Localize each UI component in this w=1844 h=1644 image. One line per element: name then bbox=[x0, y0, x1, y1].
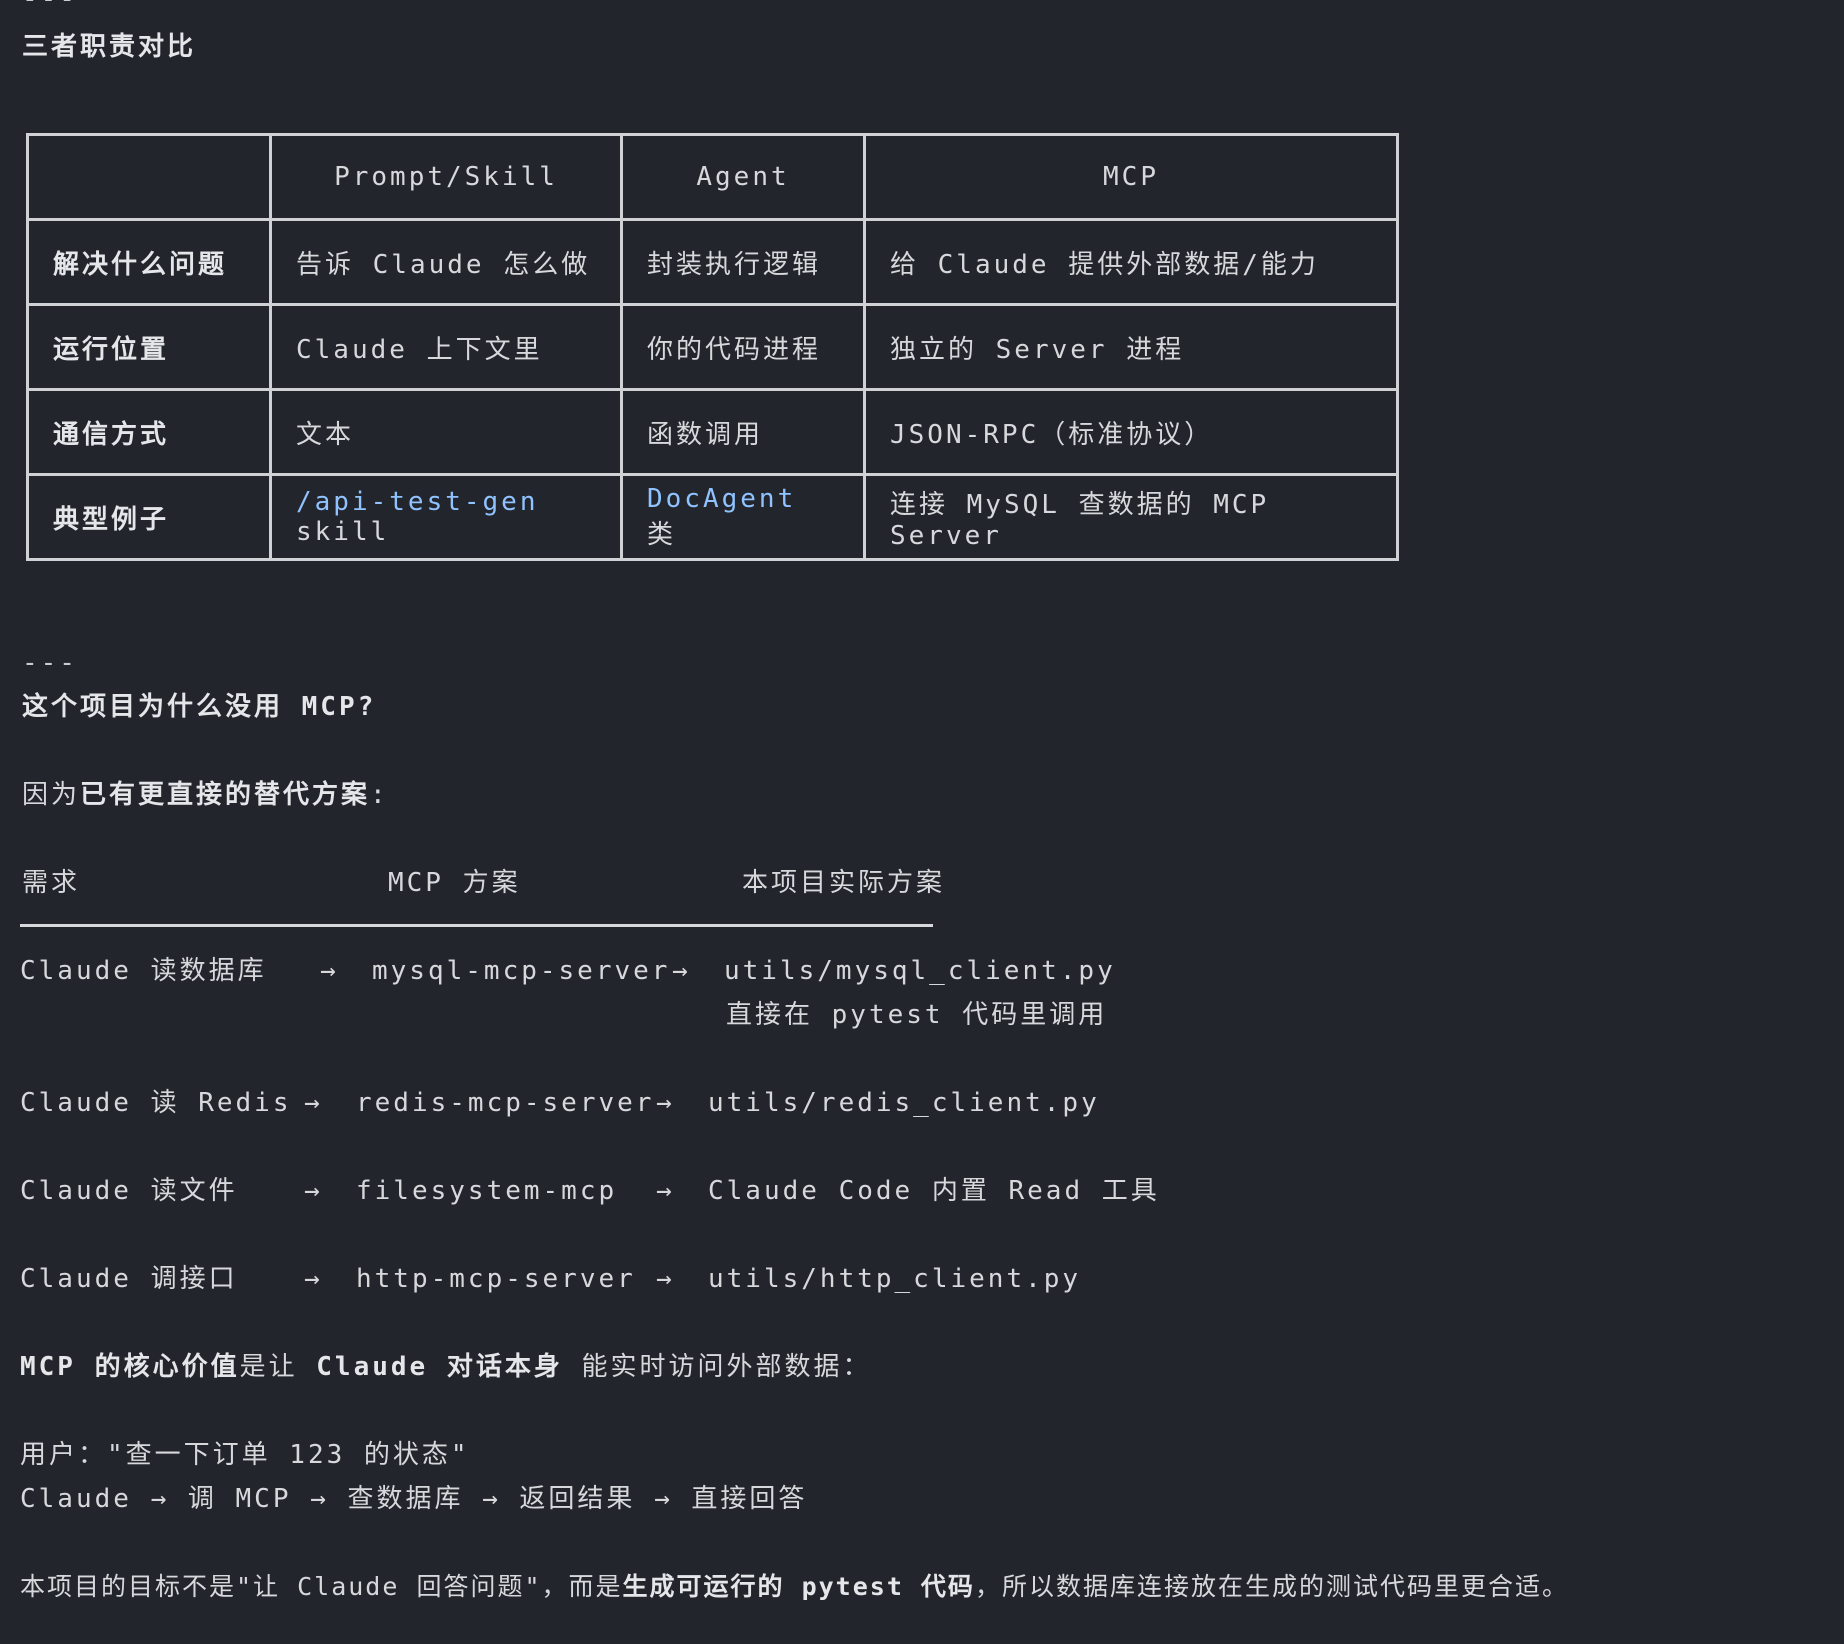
example-line-1: 用户："查一下订单 123 的状态" bbox=[20, 1440, 470, 1470]
table-cell: 函数调用 bbox=[620, 388, 866, 476]
compare-need: Claude 读文件 bbox=[20, 1176, 238, 1206]
arrow-icon: → bbox=[304, 1176, 323, 1206]
intro-plain: 因为 bbox=[22, 780, 81, 810]
compare-need: Claude 读 Redis bbox=[20, 1088, 292, 1118]
arrow-icon: → bbox=[304, 1088, 323, 1118]
compare-note: 直接在 pytest 代码里调用 bbox=[726, 1000, 1108, 1030]
table-cell: 独立的 Server 进程 bbox=[863, 303, 1399, 391]
document-view: --- 三者职责对比 Prompt/Skill Agent MCP 解决什么问题… bbox=[0, 0, 1844, 1644]
table-cell: 给 Claude 提供外部数据/能力 bbox=[863, 218, 1399, 306]
intro-bold: 已有更直接的替代方案 bbox=[80, 780, 371, 810]
compare-mcp: redis-mcp-server bbox=[356, 1088, 655, 1118]
top-divider: --- bbox=[22, 0, 78, 12]
table-cell: 文本 bbox=[269, 388, 623, 476]
core-value-line: MCP 的核心价值是让 Claude 对话本身 能实时访问外部数据： bbox=[20, 1354, 872, 1380]
intro-line: 因为已有更直接的替代方案: bbox=[22, 782, 389, 808]
arrow-icon: → bbox=[672, 956, 691, 986]
compare-actual: utils/http_client.py bbox=[708, 1264, 1082, 1294]
row-label: 通信方式 bbox=[26, 388, 272, 476]
header-cell-prompt-skill: Prompt/Skill bbox=[269, 133, 623, 221]
table-cell: 告诉 Claude 怎么做 bbox=[269, 218, 623, 306]
compare-mcp: filesystem-mcp bbox=[356, 1176, 618, 1206]
arrow-icon: → bbox=[320, 956, 339, 986]
arrow-icon: → bbox=[656, 1176, 675, 1206]
arrow-icon: → bbox=[304, 1264, 323, 1294]
conclusion-line: 本项目的目标不是"让 Claude 回答问题"，而是生成可运行的 pytest … bbox=[20, 1574, 1569, 1599]
core-end: 能实时访问外部数据： bbox=[562, 1352, 872, 1382]
row-label: 运行位置 bbox=[26, 303, 272, 391]
arrow-icon: → bbox=[656, 1088, 675, 1118]
compare-need: Claude 调接口 bbox=[20, 1264, 238, 1294]
table-row: 解决什么问题 告诉 Claude 怎么做 封装执行逻辑 给 Claude 提供外… bbox=[26, 218, 1399, 306]
compare-mcp: mysql-mcp-server bbox=[372, 956, 671, 986]
docagent-class-link[interactable]: DocAgent bbox=[647, 484, 796, 514]
core-bold-2: Claude 对话本身 bbox=[316, 1352, 563, 1382]
intro-end: : bbox=[370, 780, 389, 810]
comparison-table: Prompt/Skill Agent MCP 解决什么问题 告诉 Claude … bbox=[26, 133, 1399, 561]
table-cell: JSON-RPC（标准协议） bbox=[863, 388, 1399, 476]
example-line-2: Claude → 调 MCP → 查数据库 → 返回结果 → 直接回答 bbox=[20, 1484, 808, 1514]
table-cell: Claude 上下文里 bbox=[269, 303, 623, 391]
header-cell-empty bbox=[26, 133, 272, 221]
compare-header-rule bbox=[20, 924, 933, 927]
table-cell: DocAgent 类 bbox=[620, 473, 866, 561]
conclusion-plain-2: ，所以数据库连接放在生成的测试代码里更合适。 bbox=[974, 1572, 1569, 1601]
compare-actual: Claude Code 内置 Read 工具 bbox=[708, 1176, 1160, 1206]
compare-header-actual: 本项目实际方案 bbox=[742, 868, 946, 898]
compare-header-mcp: MCP 方案 bbox=[388, 868, 521, 898]
row-label: 典型例子 bbox=[26, 473, 272, 561]
section-title-comparison: 三者职责对比 bbox=[22, 32, 197, 62]
arrow-icon: → bbox=[656, 1264, 675, 1294]
compare-mcp: http-mcp-server bbox=[356, 1264, 636, 1294]
table-cell-suffix: 类 bbox=[647, 519, 677, 550]
header-cell-agent: Agent bbox=[620, 133, 866, 221]
section-title-why-no-mcp: 这个项目为什么没用 MCP? bbox=[22, 692, 377, 722]
table-row: 通信方式 文本 函数调用 JSON-RPC（标准协议） bbox=[26, 388, 1399, 476]
table-row: 运行位置 Claude 上下文里 你的代码进程 独立的 Server 进程 bbox=[26, 303, 1399, 391]
row-label: 解决什么问题 bbox=[26, 218, 272, 306]
compare-header-need: 需求 bbox=[22, 868, 81, 898]
table-cell: 你的代码进程 bbox=[620, 303, 866, 391]
table-cell: /api-test-gen skill bbox=[269, 473, 623, 561]
skill-command-link[interactable]: /api-test-gen bbox=[296, 487, 539, 517]
table-cell: 封装执行逻辑 bbox=[620, 218, 866, 306]
compare-actual: utils/redis_client.py bbox=[708, 1088, 1100, 1118]
core-bold-1: MCP 的核心价值 bbox=[20, 1352, 240, 1382]
compare-actual: utils/mysql_client.py bbox=[724, 956, 1116, 986]
table-header-row: Prompt/Skill Agent MCP bbox=[26, 133, 1399, 221]
header-cell-mcp: MCP bbox=[863, 133, 1399, 221]
table-cell-suffix: skill bbox=[296, 517, 390, 547]
compare-need: Claude 读数据库 bbox=[20, 956, 267, 986]
table-cell: 连接 MySQL 查数据的 MCP Server bbox=[863, 473, 1399, 561]
table-row: 典型例子 /api-test-gen skill DocAgent 类 连接 M… bbox=[26, 473, 1399, 561]
conclusion-plain-1: 本项目的目标不是"让 Claude 回答问题"，而是 bbox=[20, 1572, 623, 1601]
core-mid: 是让 bbox=[239, 1352, 317, 1382]
section-divider: --- bbox=[22, 648, 78, 678]
conclusion-bold: 生成可运行的 pytest 代码 bbox=[622, 1572, 975, 1601]
